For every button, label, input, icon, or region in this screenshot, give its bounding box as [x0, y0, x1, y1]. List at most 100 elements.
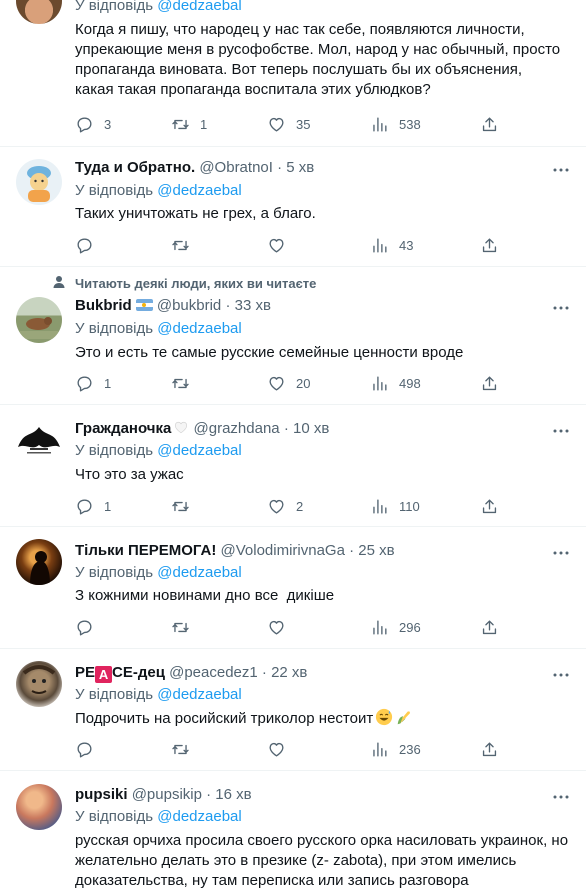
- tweet[interactable]: PE A CE-дец @peacedez1 · 22 хв У відповідь…: [0, 649, 586, 771]
- reply-count: 3: [104, 116, 112, 132]
- share-button[interactable]: [480, 235, 499, 255]
- social-context[interactable]: Читають деякі люди, яких ви читаєте: [75, 276, 316, 292]
- more-button[interactable]: [552, 299, 570, 317]
- user-handle[interactable]: @grazhdana: [194, 420, 280, 437]
- timestamp[interactable]: 10 хв: [293, 420, 329, 437]
- like-button[interactable]: [267, 739, 296, 759]
- retweet-button[interactable]: [171, 739, 200, 759]
- tweet[interactable]: Читають деякі люди, яких ви читаєте Bukb…: [0, 267, 586, 405]
- reply-mention-link[interactable]: @dedzaebal: [157, 686, 241, 703]
- more-icon: [553, 306, 569, 310]
- views-button[interactable]: 498: [370, 373, 421, 393]
- reply-to: У відповідь @dedzaebal: [75, 181, 242, 201]
- separator-dot: ·: [206, 786, 212, 803]
- like-button[interactable]: 2: [267, 496, 303, 516]
- share-button[interactable]: [480, 114, 499, 134]
- timestamp[interactable]: 5 хв: [286, 159, 314, 176]
- reply-count: 1: [104, 375, 112, 391]
- tweet-actions: 236: [75, 739, 505, 759]
- display-name[interactable]: pupsiki: [75, 786, 128, 803]
- more-button[interactable]: [552, 788, 570, 806]
- reply-label: У відповідь: [75, 182, 154, 199]
- red-a-box-icon: A: [95, 666, 113, 683]
- views-button[interactable]: 43: [370, 235, 413, 255]
- retweet-icon: [172, 622, 189, 632]
- display-name[interactable]: Тільки ПЕРЕМОГА!: [75, 542, 216, 559]
- avatar[interactable]: [16, 0, 62, 24]
- reply-icon: [77, 741, 92, 757]
- retweet-button[interactable]: [171, 235, 200, 255]
- avatar-image: [20, 317, 58, 339]
- timestamp[interactable]: 33 хв: [235, 297, 271, 314]
- share-button[interactable]: [480, 373, 499, 393]
- views-button[interactable]: 110: [370, 496, 420, 516]
- user-handle[interactable]: @bukbrid: [157, 297, 221, 314]
- avatar[interactable]: [16, 539, 62, 585]
- avatar[interactable]: [16, 417, 62, 463]
- views-icon: [373, 498, 387, 514]
- display-name[interactable]: PE A CE-дец: [75, 664, 165, 683]
- user-handle[interactable]: @peacedez1: [169, 664, 258, 681]
- like-button[interactable]: 35: [267, 114, 310, 134]
- share-button[interactable]: [480, 617, 499, 637]
- reply-button[interactable]: [75, 617, 104, 637]
- avatar[interactable]: [16, 297, 62, 343]
- avatar[interactable]: [16, 661, 62, 707]
- share-button[interactable]: [480, 739, 499, 759]
- timestamp[interactable]: 16 хв: [215, 786, 251, 803]
- reply-button[interactable]: 1: [75, 373, 111, 393]
- display-name[interactable]: Bukbrid: [75, 297, 132, 314]
- tweet[interactable]: У відповідь @dedzaebal Когда я пишу, что…: [0, 0, 586, 147]
- retweet-button[interactable]: [171, 617, 200, 637]
- reply-to: У відповідь @dedzaebal: [75, 441, 242, 461]
- tweet[interactable]: Туда и Обратно. @ObratnoI · 5 хв У відпо…: [0, 147, 586, 267]
- like-button[interactable]: [267, 617, 296, 637]
- tweet-actions: 1 20 498: [75, 373, 505, 393]
- like-button[interactable]: [267, 235, 296, 255]
- user-handle[interactable]: @VolodimirivnaGa: [221, 542, 345, 559]
- more-icon: [553, 551, 569, 555]
- reply-icon: [77, 498, 92, 514]
- views-count: 538: [399, 116, 421, 132]
- more-button[interactable]: [552, 161, 570, 179]
- display-name[interactable]: Туда и Обратно.: [75, 159, 195, 176]
- tweet[interactable]: Тільки ПЕРЕМОГА! @VolodimirivnaGa · 25 х…: [0, 527, 586, 649]
- views-icon: [373, 375, 387, 391]
- more-button[interactable]: [552, 666, 570, 684]
- reply-button[interactable]: [75, 739, 104, 759]
- reply-mention-link[interactable]: @dedzaebal: [157, 182, 241, 199]
- heart-icon: [269, 499, 284, 514]
- avatar[interactable]: [16, 159, 62, 205]
- reply-label: У відповідь: [75, 808, 154, 825]
- more-button[interactable]: [552, 544, 570, 562]
- timestamp[interactable]: 22 хв: [271, 664, 307, 681]
- display-name[interactable]: Гражданочка: [75, 420, 171, 437]
- tweet[interactable]: Гражданочка @grazhdana · 10 хв У відпові…: [0, 405, 586, 527]
- reply-button[interactable]: 3: [75, 114, 111, 134]
- retweet-button[interactable]: 1: [171, 114, 207, 134]
- timestamp[interactable]: 25 хв: [358, 542, 394, 559]
- user-handle[interactable]: @pupsikip: [132, 786, 202, 803]
- reply-mention-link[interactable]: @dedzaebal: [157, 442, 241, 459]
- reply-button[interactable]: [75, 235, 104, 255]
- views-button[interactable]: 236: [370, 739, 421, 759]
- tweet[interactable]: pupsiki @pupsikip · 16 хв У відповідь @d…: [0, 771, 586, 891]
- views-button[interactable]: 296: [370, 617, 421, 637]
- reply-mention-link[interactable]: @dedzaebal: [157, 564, 241, 581]
- more-button[interactable]: [552, 422, 570, 440]
- views-button[interactable]: 538: [370, 114, 421, 134]
- reply-mention-link[interactable]: @dedzaebal: [157, 808, 241, 825]
- reply-label: У відповідь: [75, 442, 154, 459]
- share-button[interactable]: [480, 496, 499, 516]
- like-button[interactable]: 20: [267, 373, 310, 393]
- more-icon: [553, 673, 569, 677]
- retweet-button[interactable]: [171, 373, 200, 393]
- avatar[interactable]: [16, 784, 62, 830]
- retweet-button[interactable]: [171, 496, 200, 516]
- reply-button[interactable]: 1: [75, 496, 111, 516]
- tweet-text-content: Подрочить на росийский триколор нестоит: [75, 710, 374, 727]
- user-handle[interactable]: @ObratnoI: [199, 159, 273, 176]
- like-count: 20: [296, 375, 311, 391]
- reply-mention-link[interactable]: @dedzaebal: [157, 320, 241, 337]
- reply-mention-link[interactable]: @dedzaebal: [157, 0, 241, 14]
